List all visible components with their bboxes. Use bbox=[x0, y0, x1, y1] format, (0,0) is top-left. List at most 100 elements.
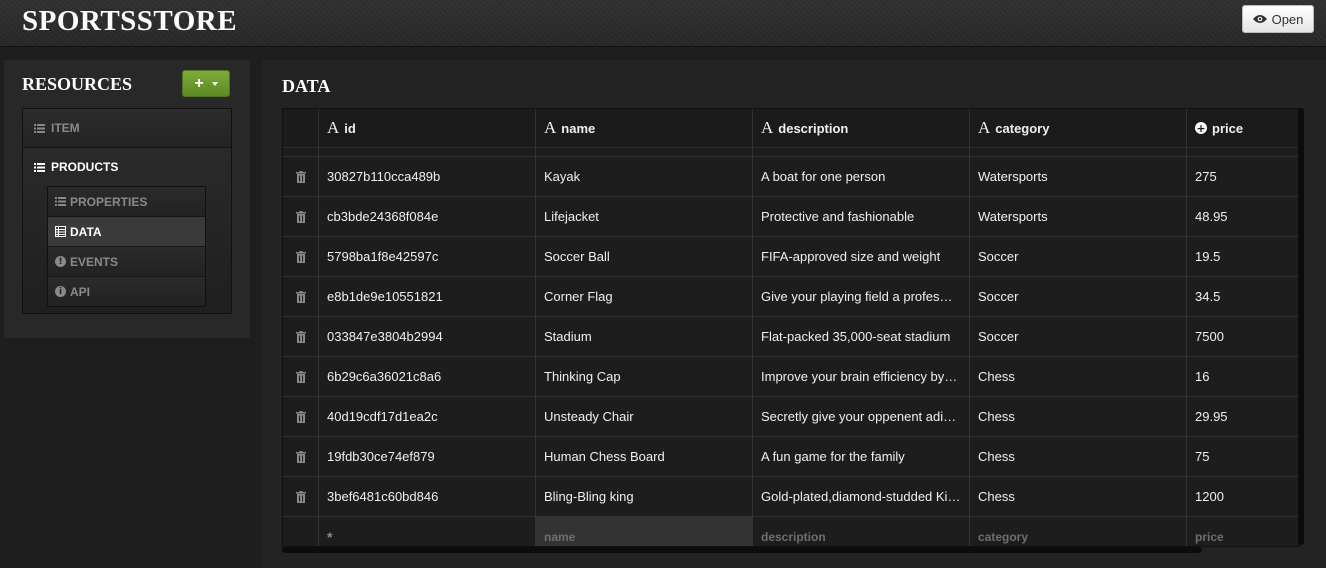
cell-description[interactable]: Improve your brain efficiency by… bbox=[753, 357, 970, 396]
table-row[interactable]: 6b29c6a36021c8a6 Thinking Cap Improve your… bbox=[283, 357, 1299, 397]
cell-description[interactable]: Gold-plated,diamond-studded King bbox=[753, 477, 970, 516]
new-row-price-input[interactable]: price bbox=[1187, 517, 1299, 546]
cell-id[interactable]: 033847e3804b2994 bbox=[319, 317, 536, 356]
new-row-name-input[interactable]: name bbox=[536, 517, 753, 546]
column-header-label: price bbox=[1212, 120, 1244, 136]
cell-id[interactable]: 6b29c6a36021c8a6 bbox=[319, 357, 536, 396]
cell-id[interactable]: cb3bde24368f084e bbox=[319, 197, 536, 236]
cell-description-text: A fun game for the family bbox=[761, 449, 905, 464]
delete-row-button[interactable] bbox=[283, 397, 319, 436]
sub-item-events[interactable]: ! EVENTS bbox=[48, 247, 205, 277]
new-row-description-input[interactable]: description bbox=[753, 517, 970, 546]
cell-description[interactable]: A boat for one person bbox=[753, 157, 970, 196]
cell-description[interactable]: Protective and fashionable bbox=[753, 197, 970, 236]
delete-row-button[interactable] bbox=[283, 437, 319, 476]
cell-price[interactable]: 1200 bbox=[1187, 477, 1299, 516]
cell-price[interactable]: 75 bbox=[1187, 437, 1299, 476]
cell-description[interactable]: Give your playing field a profes… bbox=[753, 277, 970, 316]
cell-name[interactable]: Lifejacket bbox=[536, 197, 753, 236]
sub-item-properties[interactable]: PROPERTIES bbox=[48, 187, 205, 217]
horizontal-scrollbar[interactable] bbox=[282, 547, 1202, 553]
cell-name[interactable]: Unsteady Chair bbox=[536, 397, 753, 436]
new-row-delete-cell bbox=[283, 517, 319, 546]
trash-icon bbox=[295, 250, 306, 263]
new-row-category-input[interactable]: category bbox=[970, 517, 1187, 546]
cell-price[interactable]: 48.95 bbox=[1187, 197, 1299, 236]
vertical-scrollbar[interactable] bbox=[1298, 108, 1304, 545]
delete-row-button[interactable] bbox=[283, 197, 319, 236]
delete-row-button[interactable] bbox=[283, 237, 319, 276]
cell-name[interactable]: Human Chess Board bbox=[536, 437, 753, 476]
cell-name[interactable]: Corner Flag bbox=[536, 277, 753, 316]
cell-name[interactable]: Soccer Ball bbox=[536, 237, 753, 276]
text-type-icon: A bbox=[544, 118, 557, 137]
grid-header-row: A id A name A description A category + p… bbox=[283, 109, 1299, 148]
table-row[interactable]: 19fdb30ce74ef879 Human Chess Board A fun g… bbox=[283, 437, 1299, 477]
open-button[interactable]: Open bbox=[1242, 5, 1314, 33]
sub-item-data[interactable]: DATA bbox=[48, 217, 205, 247]
cell-description[interactable]: FIFA-approved size and weight bbox=[753, 237, 970, 276]
cell-description[interactable]: Secretly give your oppenent adi… bbox=[753, 397, 970, 436]
cell-category[interactable]: Chess bbox=[970, 357, 1187, 396]
cell-id[interactable]: 19fdb30ce74ef879 bbox=[319, 437, 536, 476]
cell-category[interactable]: Chess bbox=[970, 397, 1187, 436]
cell-name[interactable]: Kayak bbox=[536, 157, 753, 196]
cell-id[interactable]: e8b1de9e10551821 bbox=[319, 277, 536, 316]
trash-icon bbox=[295, 210, 306, 223]
cell-name[interactable]: Bling-Bling king bbox=[536, 477, 753, 516]
cell-category[interactable]: Soccer bbox=[970, 237, 1187, 276]
cell-price[interactable]: 7500 bbox=[1187, 317, 1299, 356]
spacer-cell bbox=[753, 148, 970, 156]
cell-price[interactable]: 29.95 bbox=[1187, 397, 1299, 436]
column-header-id[interactable]: A id bbox=[319, 109, 536, 147]
cell-description-text: FIFA-approved size and weight bbox=[761, 249, 941, 264]
spacer-cell bbox=[319, 148, 536, 156]
delete-row-button[interactable] bbox=[283, 317, 319, 356]
resource-item-label: PRODUCTS bbox=[51, 160, 119, 174]
resource-item-item[interactable]: ITEM bbox=[23, 109, 231, 148]
delete-row-button[interactable] bbox=[283, 357, 319, 396]
sub-item-api[interactable]: i API bbox=[48, 277, 205, 306]
cell-description[interactable]: Flat-packed 35,000-seat stadium bbox=[753, 317, 970, 356]
table-row[interactable]: 30827b110cca489b Kayak A boat for one pers… bbox=[283, 157, 1299, 197]
cell-description-text: A boat for one person bbox=[761, 169, 886, 184]
spacer-cell bbox=[283, 148, 319, 156]
cell-name[interactable]: Thinking Cap bbox=[536, 357, 753, 396]
column-header-name[interactable]: A name bbox=[536, 109, 753, 147]
table-row[interactable]: 40d19cdf17d1ea2c Unsteady Chair Secretly g… bbox=[283, 397, 1299, 437]
cell-price[interactable]: 19.5 bbox=[1187, 237, 1299, 276]
add-resource-button[interactable]: + bbox=[182, 70, 230, 97]
cell-id[interactable]: 40d19cdf17d1ea2c bbox=[319, 397, 536, 436]
cell-name[interactable]: Stadium bbox=[536, 317, 753, 356]
resource-item-products[interactable]: PRODUCTS bbox=[23, 148, 231, 186]
delete-row-button[interactable] bbox=[283, 277, 319, 316]
cell-id[interactable]: 30827b110cca489b bbox=[319, 157, 536, 196]
cell-category[interactable]: Soccer bbox=[970, 317, 1187, 356]
cell-category[interactable]: Watersports bbox=[970, 197, 1187, 236]
cell-category[interactable]: Chess bbox=[970, 437, 1187, 476]
cell-category[interactable]: Soccer bbox=[970, 277, 1187, 316]
cell-price[interactable]: 34.5 bbox=[1187, 277, 1299, 316]
delete-row-button[interactable] bbox=[283, 477, 319, 516]
column-header-price[interactable]: + price bbox=[1187, 109, 1299, 147]
table-row[interactable]: 3bef6481c60bd846 Bling-Bling king Gold-pla… bbox=[283, 477, 1299, 517]
column-header-category[interactable]: A category bbox=[970, 109, 1187, 147]
cell-id[interactable]: 3bef6481c60bd846 bbox=[319, 477, 536, 516]
cell-description-text: Secretly give your oppenent adi… bbox=[761, 409, 957, 424]
table-row[interactable]: cb3bde24368f084e Lifejacket Protective and… bbox=[283, 197, 1299, 237]
cell-category[interactable]: Watersports bbox=[970, 157, 1187, 196]
cell-category[interactable]: Chess bbox=[970, 477, 1187, 516]
brand-logo[interactable]: SPORTSSTORE bbox=[22, 5, 237, 38]
table-row[interactable]: e8b1de9e10551821 Corner Flag Give your pla… bbox=[283, 277, 1299, 317]
trash-icon bbox=[295, 450, 306, 463]
delete-row-button[interactable] bbox=[283, 157, 319, 196]
table-row[interactable]: 5798ba1f8e42597c Soccer Ball FIFA-approved… bbox=[283, 237, 1299, 277]
table-row[interactable]: 033847e3804b2994 Stadium Flat-packed 35,00… bbox=[283, 317, 1299, 357]
cell-id[interactable]: 5798ba1f8e42597c bbox=[319, 237, 536, 276]
products-sub-list: PROPERTIES DATA ! EVENTS i API bbox=[47, 186, 206, 307]
cell-price[interactable]: 16 bbox=[1187, 357, 1299, 396]
spacer-cell bbox=[1187, 148, 1299, 156]
cell-description[interactable]: A fun game for the family bbox=[753, 437, 970, 476]
cell-price[interactable]: 275 bbox=[1187, 157, 1299, 196]
column-header-description[interactable]: A description bbox=[753, 109, 970, 147]
